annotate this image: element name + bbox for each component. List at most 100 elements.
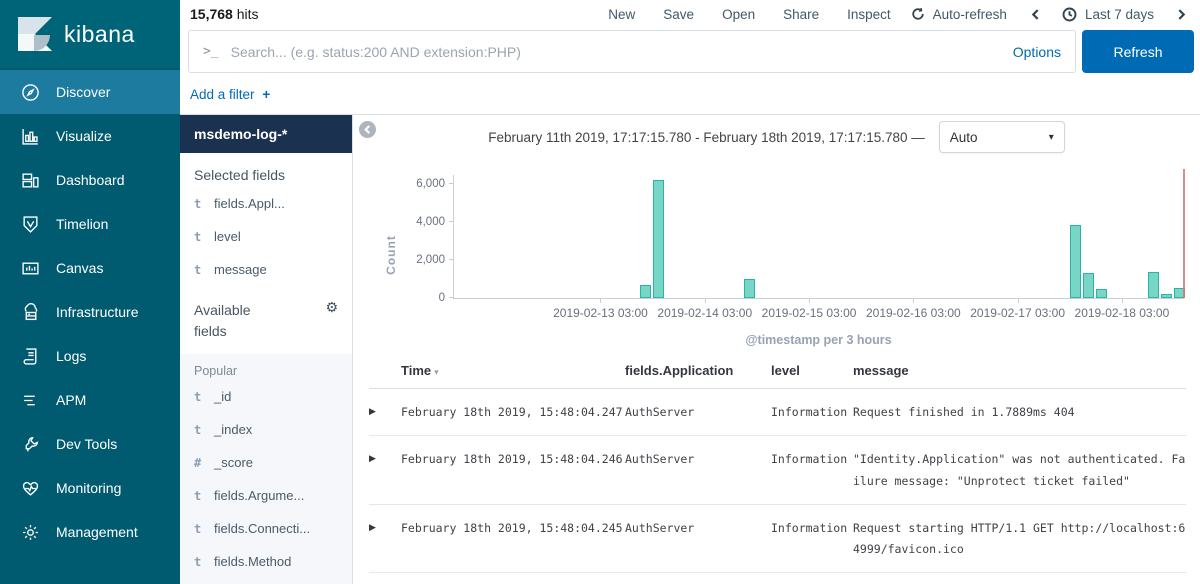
gear-icon xyxy=(20,522,40,542)
available-fields-header: Available fields ⚙ xyxy=(180,286,352,346)
table-row: ▶ February 18th 2019, 15:48:04.247 AuthS… xyxy=(369,389,1186,436)
expand-caret-icon[interactable]: ▶ xyxy=(369,402,401,421)
sidebar-item-label: Management xyxy=(56,524,138,540)
column-header-fieldsapplication[interactable]: fields.Application xyxy=(625,363,771,378)
field-item-fields.Method[interactable]: t fields.Method xyxy=(180,545,352,578)
column-header-message[interactable]: message xyxy=(853,363,1186,378)
search-input[interactable] xyxy=(231,44,1001,60)
expand-caret-icon[interactable]: ▶ xyxy=(369,518,401,537)
cell-level: Information xyxy=(771,402,853,423)
sidebar-item-label: Discover xyxy=(56,84,110,100)
time-range-link[interactable]: Last 7 days xyxy=(1085,7,1154,22)
add-filter-link[interactable]: Add a filter + xyxy=(190,87,270,102)
sidebar-item-dashboard[interactable]: Dashboard xyxy=(0,158,180,202)
field-name: fields.Connecti... xyxy=(214,521,310,536)
field-settings-gear-icon[interactable]: ⚙ xyxy=(325,300,338,316)
x-tick-label: 2019-02-16 03:00 xyxy=(866,306,961,320)
kibana-logo[interactable]: kibana xyxy=(0,0,180,68)
cell-time: February 18th 2019, 15:48:04.247 xyxy=(401,402,625,423)
refresh-button[interactable]: Refresh xyxy=(1082,30,1194,73)
x-tick-label: 2019-02-14 03:00 xyxy=(657,306,752,320)
x-tick-label: 2019-02-18 03:00 xyxy=(1075,306,1170,320)
table-row: ▶ February 18th 2019, 15:48:04.246 AuthS… xyxy=(369,436,1186,505)
options-link[interactable]: Options xyxy=(1013,44,1061,60)
histogram-bar[interactable] xyxy=(1070,225,1081,298)
field-item-fields.Argume...[interactable]: t fields.Argume... xyxy=(180,479,352,512)
sidebar-item-label: Dashboard xyxy=(56,172,125,188)
brand-name: kibana xyxy=(64,21,135,48)
field-item-_index[interactable]: t _index xyxy=(180,413,352,446)
sidebar-item-infrastructure[interactable]: Infrastructure xyxy=(0,290,180,334)
sidebar-item-discover[interactable]: Discover xyxy=(0,70,180,114)
search-row: >_ Options Refresh xyxy=(188,30,1194,73)
y-tick-label: 2,000 xyxy=(416,254,445,266)
infrastructure-icon xyxy=(20,302,40,322)
y-tick-label: 4,000 xyxy=(416,216,445,228)
time-forward-chevron-icon[interactable] xyxy=(1172,5,1190,23)
select-caret-icon: ▾ xyxy=(1049,132,1054,143)
chart-header: February 11th 2019, 17:17:15.780 - Febru… xyxy=(353,115,1200,159)
sidebar-item-canvas[interactable]: Canvas xyxy=(0,246,180,290)
sidebar-item-apm[interactable]: APM xyxy=(0,378,180,422)
menu-item-share[interactable]: Share xyxy=(773,7,829,22)
sidebar-item-timelion[interactable]: Timelion xyxy=(0,202,180,246)
column-header-time[interactable]: Time▾ xyxy=(401,363,625,378)
popular-header: Popular xyxy=(180,354,352,380)
field-item-message[interactable]: t message xyxy=(180,253,352,286)
histogram-bar[interactable] xyxy=(1083,273,1094,298)
hits-count: 15,768 hits xyxy=(190,6,259,22)
field-item-fields.Connecti...[interactable]: t fields.Connecti... xyxy=(180,512,352,545)
field-name: fields.Argume... xyxy=(214,488,304,503)
menu-item-open[interactable]: Open xyxy=(712,7,765,22)
field-item-fields.Appl...[interactable]: t fields.Appl... xyxy=(180,187,352,220)
dashboard-icon xyxy=(20,170,40,190)
x-tick-label: 2019-02-13 03:00 xyxy=(553,306,648,320)
index-pattern-selector[interactable]: msdemo-log-* xyxy=(180,115,352,153)
interval-select[interactable]: Auto ▾ xyxy=(939,121,1065,153)
histogram-bar[interactable] xyxy=(653,180,664,298)
time-range-text: February 11th 2019, 17:17:15.780 - Febru… xyxy=(488,130,925,145)
expand-caret-icon[interactable]: ▶ xyxy=(369,449,401,468)
table-body: ▶ February 18th 2019, 15:48:04.247 AuthS… xyxy=(369,389,1186,584)
cell-application: AuthServer xyxy=(625,449,771,470)
time-back-chevron-icon[interactable] xyxy=(1027,5,1045,23)
hits-label: hits xyxy=(237,6,259,22)
field-name: fields.Method xyxy=(214,554,291,569)
histogram-bar[interactable] xyxy=(744,279,755,298)
x-tick-mark xyxy=(1018,298,1019,303)
cell-time: February 18th 2019, 15:48:04.246 xyxy=(401,449,625,470)
menu-item-new[interactable]: New xyxy=(598,7,645,22)
field-item-level[interactable]: t level xyxy=(180,220,352,253)
histogram-bar[interactable] xyxy=(640,285,651,298)
cell-level: Information xyxy=(771,449,853,470)
auto-refresh-link[interactable]: Auto-refresh xyxy=(933,7,1007,22)
clock-icon xyxy=(1061,5,1079,23)
collapse-sidebar-button[interactable] xyxy=(359,121,376,138)
field-item-_id[interactable]: t _id xyxy=(180,380,352,413)
histogram-bar[interactable] xyxy=(1161,294,1172,298)
canvas-icon xyxy=(20,258,40,278)
cell-application: AuthServer xyxy=(625,402,771,423)
sidebar-item-visualize[interactable]: Visualize xyxy=(0,114,180,158)
field-name: message xyxy=(214,262,267,277)
sidebar-item-management[interactable]: Management xyxy=(0,510,180,554)
field-item-_score[interactable]: # _score xyxy=(180,446,352,479)
cell-message: "Identity.Application" was not authentic… xyxy=(853,449,1186,492)
y-tick-label: 6,000 xyxy=(416,178,445,190)
histogram-bar[interactable] xyxy=(1148,272,1159,298)
sidebar-item-label: Canvas xyxy=(56,260,103,276)
column-header-level[interactable]: level xyxy=(771,363,853,378)
selected-fields-list: t fields.Appl... t level t message xyxy=(180,187,352,286)
popular-fields-list: t _id t _index # _score t fields.Argume.… xyxy=(180,380,352,584)
field-item-fields.Request...[interactable]: t fields.Request... xyxy=(180,578,352,584)
sidebar-item-monitoring[interactable]: Monitoring xyxy=(0,466,180,510)
sidebar-item-logs[interactable]: Logs xyxy=(0,334,180,378)
histogram-bar[interactable] xyxy=(1096,289,1107,298)
sidebar-item-label: Logs xyxy=(56,348,86,364)
menu-item-inspect[interactable]: Inspect xyxy=(837,7,901,22)
documents-table: Time▾fields.Applicationlevelmessage ▶ Fe… xyxy=(369,355,1186,584)
heartbeat-icon xyxy=(20,478,40,498)
y-axis-title: Count xyxy=(384,235,398,275)
menu-item-save[interactable]: Save xyxy=(653,7,704,22)
sidebar-item-dev-tools[interactable]: Dev Tools xyxy=(0,422,180,466)
